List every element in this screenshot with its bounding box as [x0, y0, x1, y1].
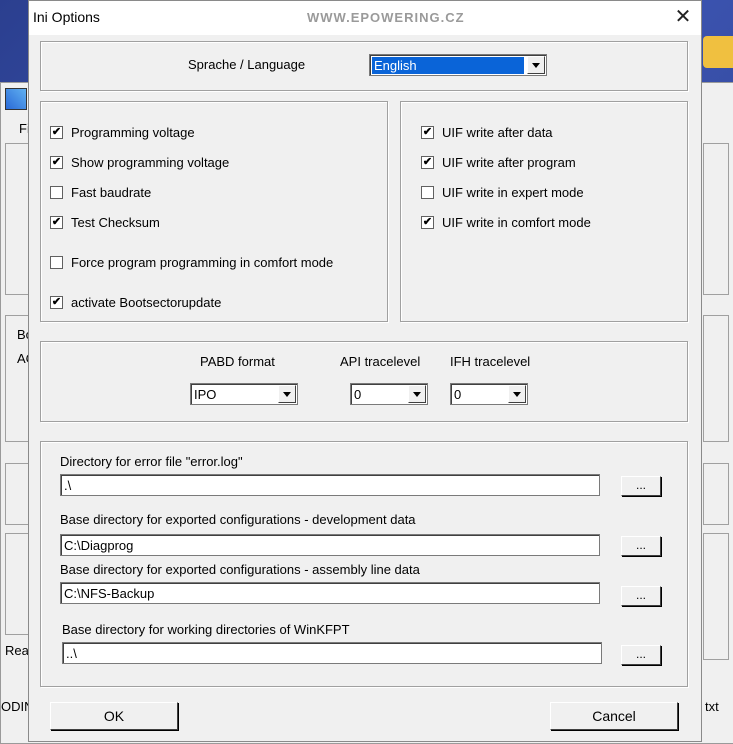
api-tracelevel-select[interactable]: 0 [350, 383, 428, 405]
winkfpt-browse-button[interactable]: ... [621, 645, 661, 665]
checkbox-label: Show programming voltage [71, 155, 230, 170]
ifh-tracelevel-label: IFH tracelevel [450, 354, 531, 369]
api-tracelevel-value: 0 [354, 387, 362, 402]
checkbox-box[interactable]: ✔ [50, 296, 63, 309]
programming-options-group: ✔ Programming voltage ✔ Show programming… [40, 101, 388, 322]
background-panel [703, 143, 729, 295]
checkbox-label: Force program programming in comfort mod… [71, 255, 334, 270]
checkbox-box[interactable]: ✔ [421, 156, 434, 169]
assembly-data-dir-label: Base directory for exported configuratio… [60, 562, 420, 577]
checkbox-box[interactable] [50, 186, 63, 199]
title-bar[interactable]: Ini Options WWW.EPOWERING.CZ ✕ [29, 1, 701, 35]
uif-options-group: ✔ UIF write after data ✔ UIF write after… [400, 101, 688, 322]
close-button[interactable]: ✕ [669, 5, 697, 31]
dialog-title: Ini Options [33, 9, 100, 25]
checkbox-box[interactable]: ✔ [50, 216, 63, 229]
error-log-dir-label: Directory for error file "error.log" [60, 454, 243, 469]
checkbox-label: UIF write after data [442, 125, 553, 140]
winkfpt-dir-label: Base directory for working directories o… [62, 622, 350, 637]
checkbox-box[interactable] [50, 256, 63, 269]
checkbox-label: UIF write after program [442, 155, 576, 170]
pabd-format-label: PABD format [200, 354, 275, 369]
language-select-value: English [372, 57, 524, 74]
dev-data-dir-label: Base directory for exported configuratio… [60, 512, 416, 527]
checkbox-label: UIF write in comfort mode [442, 215, 591, 230]
background-window-edge [703, 36, 733, 68]
error-log-dir-input[interactable] [60, 474, 600, 496]
language-group: Sprache / Language English [40, 41, 688, 91]
api-tracelevel-label: API tracelevel [340, 354, 421, 369]
chevron-down-icon[interactable] [527, 56, 545, 74]
checkbox-label: Test Checksum [71, 215, 160, 230]
chevron-down-icon[interactable] [278, 385, 296, 403]
dev-data-dir-input[interactable] [60, 534, 600, 556]
checkbox-box[interactable]: ✔ [421, 126, 434, 139]
dev-data-browse-button[interactable]: ... [621, 536, 661, 556]
pabd-format-value: IPO [194, 387, 217, 402]
directories-group: Directory for error file "error.log" ...… [40, 441, 688, 687]
assembly-data-browse-button[interactable]: ... [621, 586, 661, 606]
background-taskbar-label: txt [705, 699, 719, 714]
checkbox-box[interactable]: ✔ [50, 126, 63, 139]
background-status-label: Rea [5, 643, 29, 658]
background-panel [703, 315, 729, 442]
ifh-tracelevel-select[interactable]: 0 [450, 383, 528, 405]
ini-options-dialog: Ini Options WWW.EPOWERING.CZ ✕ Sprache /… [28, 0, 702, 742]
winkfpt-dir-input[interactable] [62, 642, 602, 664]
background-panel [703, 463, 729, 525]
checkbox-box[interactable]: ✔ [50, 156, 63, 169]
ifh-tracelevel-value: 0 [454, 387, 462, 402]
cancel-button[interactable]: Cancel [550, 702, 678, 730]
trace-settings-group: PABD format IPO API tracelevel 0 IFH tra… [40, 341, 688, 422]
watermark: WWW.EPOWERING.CZ [307, 10, 465, 25]
pabd-format-select[interactable]: IPO [190, 383, 298, 405]
background-app-icon [5, 88, 27, 110]
checkbox-label: Fast baudrate [71, 185, 152, 200]
checkbox-label: Programming voltage [71, 125, 195, 140]
checkbox-label: UIF write in expert mode [442, 185, 584, 200]
assembly-data-dir-input[interactable] [60, 582, 600, 604]
chevron-down-icon[interactable] [408, 385, 426, 403]
checkbox-label: activate Bootsectorupdate [71, 295, 222, 310]
chevron-down-icon[interactable] [508, 385, 526, 403]
error-log-browse-button[interactable]: ... [621, 476, 661, 496]
checkbox-box[interactable] [421, 186, 434, 199]
checkbox-box[interactable]: ✔ [421, 216, 434, 229]
background-panel [703, 533, 729, 660]
ok-button[interactable]: OK [50, 702, 178, 730]
language-label: Sprache / Language [188, 57, 306, 72]
language-select[interactable]: English [369, 54, 547, 76]
